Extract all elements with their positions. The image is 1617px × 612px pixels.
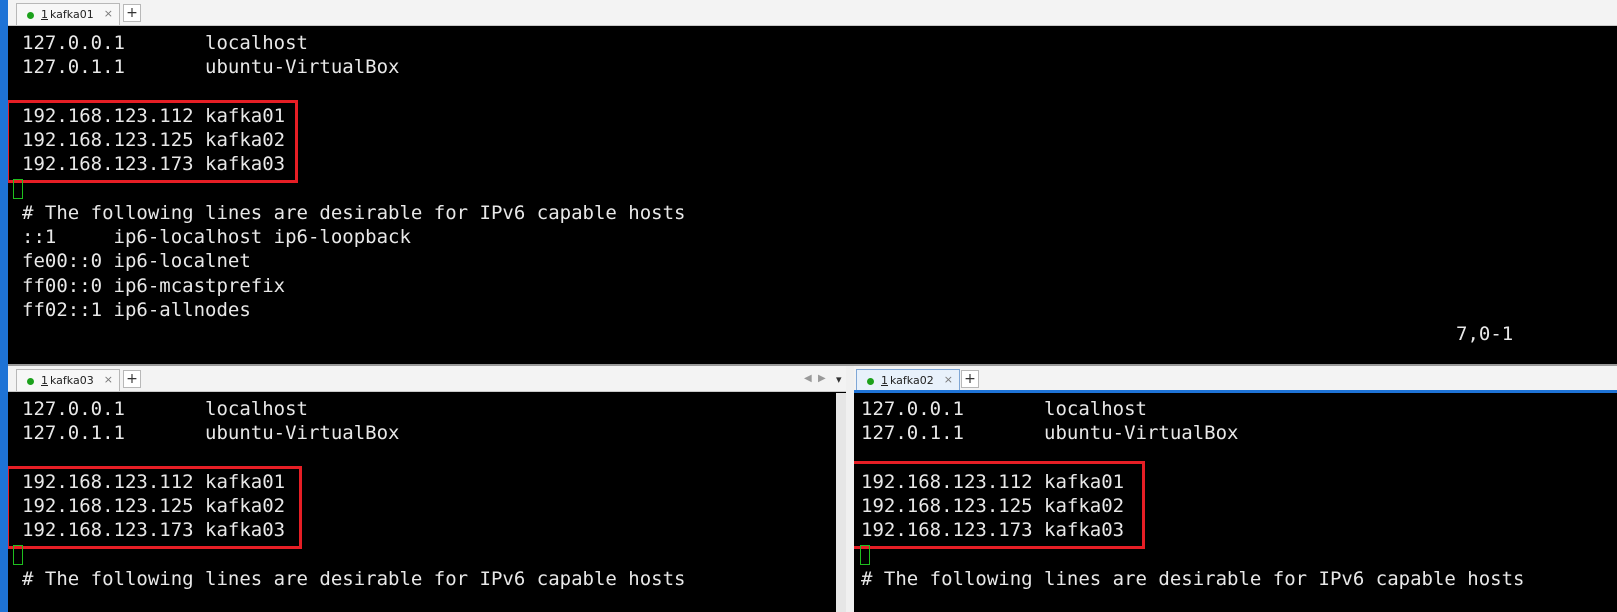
terminal-output[interactable]: 127.0.0.1 localhost 127.0.1.1 ubuntu-Vir… [8,393,846,612]
terminal-line: 127.0.0.1 localhost [22,32,308,54]
scroll-tabs-right-icon[interactable]: ▶ [818,373,826,384]
terminal-pane-kafka03[interactable]: 1 kafka03 × + ◀ ▶ ▾ 127.0.0.1 localhost … [8,366,846,612]
tab-title: kafka01 [50,8,94,21]
terminal-line: # The following lines are desirable for … [22,567,686,590]
tab-list-dropdown-icon[interactable]: ▾ [836,373,842,386]
hosts-highlight-box [8,466,302,549]
hosts-highlight-box [8,100,298,183]
new-tab-button[interactable]: + [123,4,141,22]
tab-bar: 1 kafka02 × + [854,366,1617,392]
tab-kafka03[interactable]: 1 kafka03 × [16,369,120,391]
terminal-line: ::1 ip6-localhost ip6-loopback [22,226,411,248]
new-tab-button[interactable]: + [123,370,141,388]
connected-status-icon [27,378,34,385]
terminal-line: 127.0.1.1 ubuntu-VirtualBox [22,56,400,79]
close-tab-icon[interactable]: × [104,7,113,20]
connected-status-icon [867,378,874,385]
terminal-pane-kafka02[interactable]: 1 kafka02 × + 127.0.0.1 localhost 127.0.… [854,366,1617,612]
cursor-position-status: 7,0-1 [1456,323,1514,345]
close-tab-icon[interactable]: × [104,373,113,386]
terminal-line: # The following lines are desirable for … [861,567,1525,590]
terminal-output[interactable]: 127.0.0.1 localhost 127.0.1.1 ubuntu-Vir… [854,393,1617,612]
terminal-line: ff02::1 ip6-allnodes [22,298,251,321]
pane-vertical-divider[interactable] [846,366,854,612]
terminal-output[interactable]: 127.0.0.1 localhost 127.0.1.1 ubuntu-Vir… [8,27,1617,374]
terminal-line: 127.0.1.1 ubuntu-VirtualBox [22,422,400,445]
terminal-line: # The following lines are desirable for … [22,201,686,224]
tab-number: 1 [881,374,888,387]
tab-bar: 1 kafka03 × + ◀ ▶ ▾ [8,366,846,392]
hosts-highlight-box [854,461,1145,549]
close-tab-icon[interactable]: × [944,373,953,386]
new-tab-button[interactable]: + [961,370,979,388]
text-cursor [13,545,23,565]
terminal-line: 127.0.1.1 ubuntu-VirtualBox [861,422,1239,445]
terminal-pane-kafka01[interactable]: 1 kafka01 × + 127.0.0.1 localhost 127.0.… [8,0,1617,374]
window-accent-strip [0,0,8,612]
tab-kafka02[interactable]: 1 kafka02 × [856,369,960,391]
scroll-tabs-left-icon[interactable]: ◀ [804,373,812,384]
vertical-scrollbar[interactable] [836,393,846,612]
text-cursor [13,179,23,199]
text-cursor [860,545,870,565]
tab-kafka01[interactable]: 1 kafka01 × [16,3,120,25]
tab-title: kafka03 [50,374,94,387]
connected-status-icon [27,12,34,19]
terminal-line: 127.0.0.1 localhost [22,398,308,420]
terminal-line: 127.0.0.1 localhost [861,398,1147,420]
terminal-line: ff00::0 ip6-mcastprefix [22,274,286,297]
tab-bar: 1 kafka01 × + [8,0,1617,26]
tab-title: kafka02 [890,374,934,387]
tab-number: 1 [41,8,48,21]
terminal-line: fe00::0 ip6-localnet [22,250,251,273]
tab-number: 1 [41,374,48,387]
